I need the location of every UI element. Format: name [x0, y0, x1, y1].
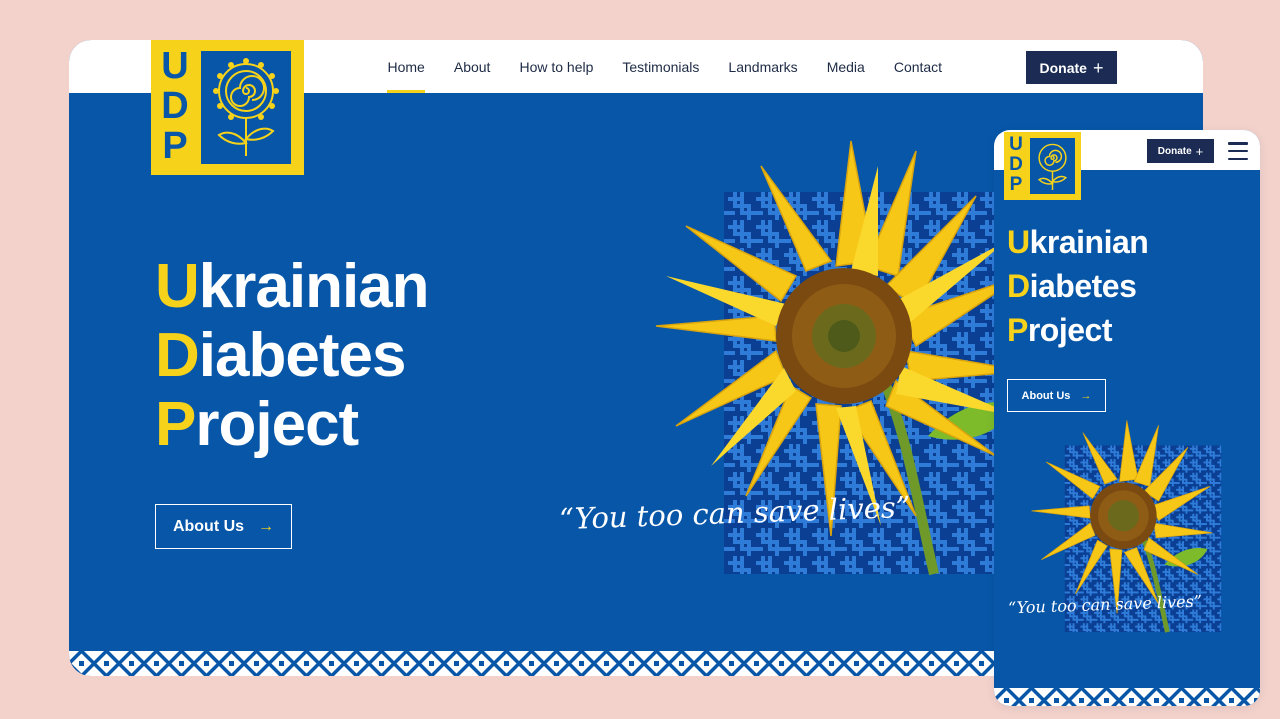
- title-line-diabetes: Diabetes: [155, 321, 429, 390]
- about-us-label: About Us: [172, 517, 245, 535]
- about-us-label: About Us: [1021, 389, 1071, 402]
- mobile-donate-label: Donate: [1157, 145, 1192, 157]
- plus-icon: +: [1195, 143, 1204, 159]
- nav-how-to-help[interactable]: How to help: [505, 40, 608, 93]
- nav-testimonials[interactable]: Testimonials: [608, 40, 714, 93]
- nav-contact[interactable]: Contact: [879, 40, 956, 93]
- donate-button[interactable]: Donate +: [1026, 51, 1117, 84]
- title-cap: P: [155, 390, 196, 459]
- hamburger-menu-icon[interactable]: [1228, 142, 1248, 160]
- mobile-udp-logo[interactable]: U D P: [1004, 132, 1081, 200]
- logo-letter-d: D: [161, 85, 189, 127]
- title-rest: roject: [195, 390, 359, 459]
- about-us-button[interactable]: About Us →: [155, 504, 292, 549]
- donate-label: Donate: [1039, 59, 1087, 76]
- plus-icon: +: [1092, 57, 1104, 78]
- title-line-ukrainian: Ukrainian: [1007, 220, 1149, 264]
- logo-sunflower-icon: [201, 51, 291, 164]
- title-cap: D: [155, 321, 200, 390]
- logo-letter-p: P: [1009, 174, 1023, 195]
- title-rest: krainian: [198, 252, 430, 321]
- mobile-embroidery-pattern-strip: [994, 688, 1260, 706]
- logo-letter-p: P: [162, 125, 188, 167]
- nav-about[interactable]: About: [439, 40, 505, 93]
- title-line-ukrainian: Ukrainian: [155, 252, 430, 321]
- title-cap: U: [155, 252, 200, 321]
- title-cap: P: [1007, 312, 1028, 348]
- mobile-hero-title: Ukrainian Diabetes Project: [1007, 220, 1149, 352]
- arrow-right-icon: →: [258, 517, 275, 535]
- title-cap: U: [1007, 224, 1030, 260]
- title-cap: D: [1007, 268, 1030, 304]
- logo-letters: U D P: [1006, 135, 1026, 195]
- mobile-donate-button[interactable]: Donate +: [1147, 139, 1214, 163]
- logo-letters: U D P: [155, 46, 195, 166]
- logo-letter-u: U: [161, 45, 189, 87]
- nav-media[interactable]: Media: [812, 40, 879, 93]
- title-rest: iabetes: [198, 321, 407, 390]
- title-rest: iabetes: [1029, 268, 1137, 304]
- title-rest: krainian: [1029, 224, 1149, 260]
- logo-letter-u: U: [1009, 134, 1023, 155]
- title-rest: roject: [1027, 312, 1113, 348]
- title-line-project: Project: [1007, 308, 1148, 352]
- title-line-diabetes: Diabetes: [1007, 264, 1148, 308]
- hero-title: Ukrainian Diabetes Project: [155, 252, 430, 459]
- nav-landmarks[interactable]: Landmarks: [714, 40, 812, 93]
- title-line-project: Project: [155, 390, 429, 459]
- mobile-about-us-button[interactable]: About Us →: [1007, 379, 1106, 412]
- nav-home[interactable]: Home: [373, 40, 439, 93]
- logo-letter-d: D: [1009, 154, 1023, 175]
- arrow-right-icon: →: [1080, 389, 1092, 402]
- mobile-mockup: Donate + U D P Ukrainian Diabetes Projec…: [994, 130, 1260, 706]
- main-nav: Home About How to help Testimonials Land…: [373, 40, 957, 93]
- udp-logo[interactable]: U D P: [151, 40, 304, 175]
- logo-sunflower-icon: [1030, 138, 1075, 194]
